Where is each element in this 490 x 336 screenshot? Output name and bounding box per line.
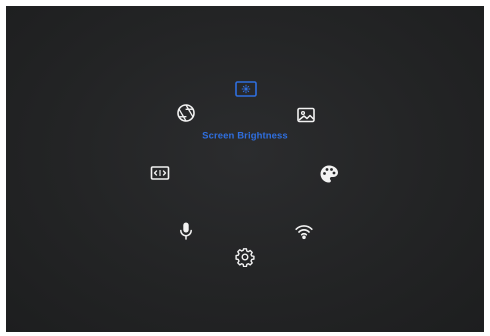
selected-item-label: Screen Brightness <box>202 130 288 142</box>
palette-icon <box>320 165 338 183</box>
menu-item-wifi[interactable] <box>291 218 317 244</box>
microphone-icon <box>180 222 192 240</box>
menu-item-aspect-ratio[interactable] <box>147 160 173 186</box>
gear-icon <box>235 248 255 267</box>
menu-item-aperture[interactable] <box>173 100 199 126</box>
image-icon <box>297 107 315 123</box>
aperture-icon <box>177 104 195 122</box>
wifi-icon <box>295 225 313 240</box>
menu-item-screen-brightness[interactable] <box>233 76 259 102</box>
screen-brightness-icon <box>235 81 257 97</box>
radial-settings-screen <box>6 6 484 332</box>
menu-item-image[interactable] <box>293 102 319 128</box>
menu-item-microphone[interactable] <box>173 218 199 244</box>
aspect-ratio-icon <box>150 166 170 180</box>
menu-item-settings[interactable] <box>232 244 258 270</box>
menu-item-palette[interactable] <box>316 161 342 187</box>
